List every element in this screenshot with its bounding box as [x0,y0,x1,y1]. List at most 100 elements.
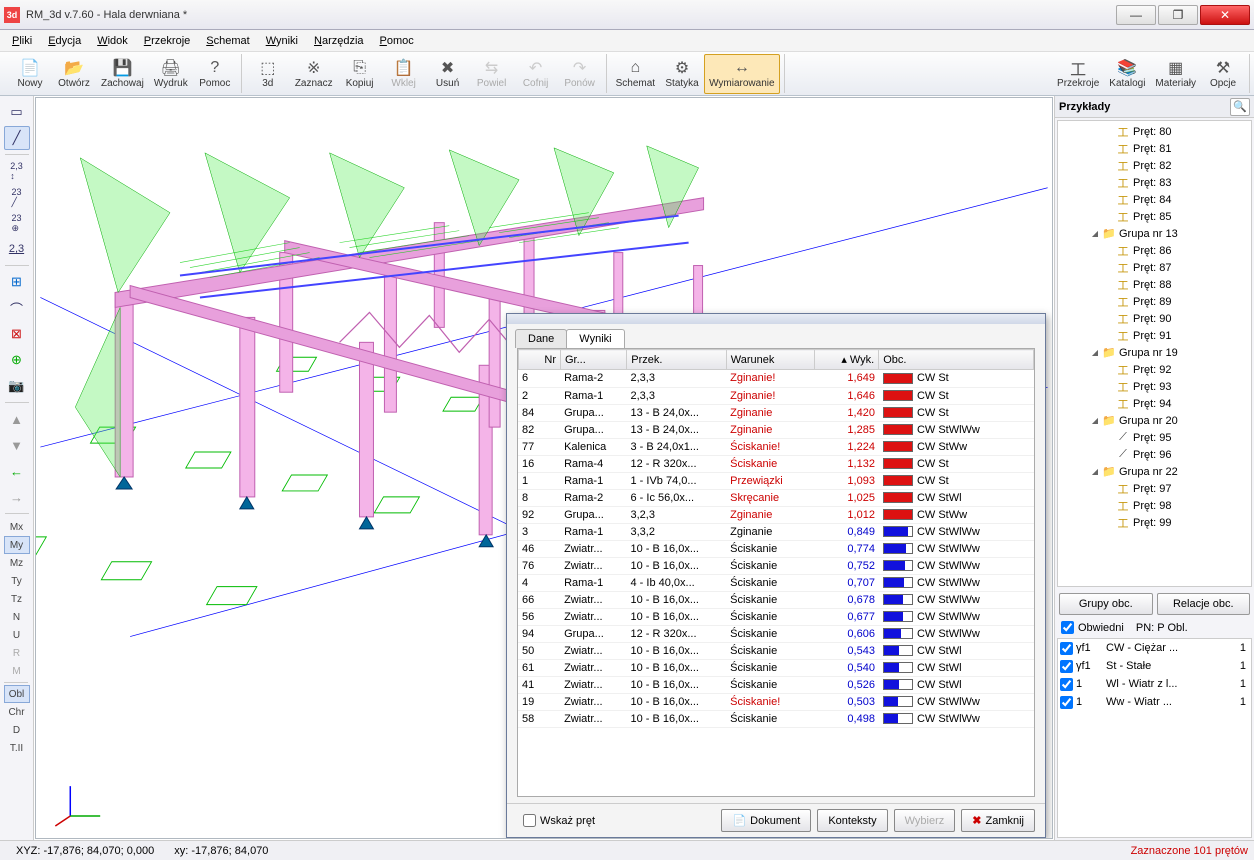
tool-cross-icon[interactable]: ⊠ [4,322,30,346]
left-tz[interactable]: Tz [4,590,30,608]
grupy-obc-button[interactable]: Grupy obc. [1059,593,1153,615]
ponow-button[interactable]: ↷Ponów [558,54,602,94]
result-row[interactable]: 82Grupa...13 - B 24,0x...Zginanie1,285CW… [518,421,1034,438]
result-row[interactable]: 94Grupa...12 - R 320x...Ściskanie0,606CW… [518,625,1034,642]
tree-item[interactable]: 工Pręt: 80 [1060,123,1249,140]
load-check[interactable] [1060,678,1073,691]
tool-fwd-icon[interactable]: → [4,485,30,509]
result-row[interactable]: 46Zwiatr...10 - B 16,0x...Ściskanie0,774… [518,540,1034,557]
result-row[interactable]: 92Grupa...3,2,3Zginanie1,012CW StWw [518,506,1034,523]
col-3[interactable]: Warunek [726,350,814,370]
tree-item[interactable]: 工Pręt: 97 [1060,480,1249,497]
zaznacz-button[interactable]: ※Zaznacz [290,54,338,94]
3d-button[interactable]: ⬚3d [246,54,290,94]
left-mz[interactable]: Mz [4,554,30,572]
tree-item[interactable]: ⟋Pręt: 95 [1060,429,1249,446]
search-icon[interactable]: 🔍 [1230,98,1250,116]
kopiuj-button[interactable]: ⎘Kopiuj [338,54,382,94]
tool-camera-icon[interactable]: 📷 [4,374,30,398]
menu-widok[interactable]: Widok [91,33,134,49]
tool-target-icon[interactable]: ⊕ [4,348,30,372]
tab-dane[interactable]: Dane [515,329,567,348]
cofnij-button[interactable]: ↶Cofnij [514,54,558,94]
left-obl[interactable]: Obl [4,685,30,703]
load-check[interactable] [1060,696,1073,709]
tool-dim2-icon[interactable]: 23╱ [4,185,30,209]
tree-item[interactable]: 工Pręt: 99 [1060,514,1249,531]
menu-narzędzia[interactable]: Narzędzia [308,33,370,49]
menu-przekroje[interactable]: Przekroje [138,33,196,49]
left-ty[interactable]: Ty [4,572,30,590]
tree-item[interactable]: ◢📁Grupa nr 22 [1060,463,1249,480]
result-row[interactable]: 56Zwiatr...10 - B 16,0x...Ściskanie0,677… [518,608,1034,625]
tree-item[interactable]: 工Pręt: 88 [1060,276,1249,293]
tree-item[interactable]: 工Pręt: 98 [1060,497,1249,514]
left-d[interactable]: D [4,721,30,739]
menu-wyniki[interactable]: Wyniki [260,33,304,49]
tree-item[interactable]: 工Pręt: 94 [1060,395,1249,412]
wymiarowanie-button[interactable]: ↔Wymiarowanie [704,54,779,94]
powiel-button[interactable]: ⇆Powiel [470,54,514,94]
viewport-3d[interactable]: Dane Wyniki NrGr...Przek.Warunek▴ Wyk.Ob… [35,97,1053,839]
tree-item[interactable]: 工Pręt: 86 [1060,242,1249,259]
tool-up-icon[interactable]: ▲ [4,407,30,431]
left-t.ii[interactable]: T.II [4,739,30,757]
tool-down-icon[interactable]: ▼ [4,433,30,457]
left-m[interactable]: M [4,662,30,680]
result-row[interactable]: 77Kalenica3 - B 24,0x1...Ściskanie!1,224… [518,438,1034,455]
dialog-titlebar[interactable] [507,314,1045,324]
tree-item[interactable]: 工Pręt: 89 [1060,293,1249,310]
tool-dim4-icon[interactable]: 2,3 [4,237,30,261]
zamknij-button[interactable]: ✖Zamknij [961,809,1035,832]
zachowaj-button[interactable]: 💾Zachowaj [96,54,149,94]
relacje-obc-button[interactable]: Relacje obc. [1157,593,1251,615]
materialy-button[interactable]: ▦Materiały [1150,54,1201,94]
result-row[interactable]: 4Rama-14 - Ib 40,0x...Ściskanie0,707CW S… [518,574,1034,591]
col-2[interactable]: Przek. [627,350,726,370]
load-row[interactable]: γf1CW - Ciężar ...1 [1058,639,1251,657]
tree-item[interactable]: ◢📁Grupa nr 19 [1060,344,1249,361]
tool-dim1-icon[interactable]: 2,3↕ [4,159,30,183]
minimize-button[interactable]: — [1116,5,1156,25]
tree-item[interactable]: 工Pręt: 82 [1060,157,1249,174]
result-row[interactable]: 3Rama-13,3,2Zginanie0,849CW StWlWw [518,523,1034,540]
col-4[interactable]: ▴ Wyk. [815,350,879,370]
nowy-button[interactable]: 📄Nowy [8,54,52,94]
result-row[interactable]: 41Zwiatr...10 - B 16,0x...Ściskanie0,526… [518,676,1034,693]
result-row[interactable]: 50Zwiatr...10 - B 16,0x...Ściskanie0,543… [518,642,1034,659]
left-n[interactable]: N [4,608,30,626]
load-row[interactable]: 1Ww - Wiatr ...1 [1058,693,1251,711]
left-mx[interactable]: Mx [4,518,30,536]
tree-item[interactable]: 工Pręt: 85 [1060,208,1249,225]
tool-back-icon[interactable]: ← [4,459,30,483]
result-row[interactable]: 2Rama-12,3,3Zginanie!1,646CW St [518,387,1034,404]
examples-tree[interactable]: 工Pręt: 80工Pręt: 81工Pręt: 82工Pręt: 83工Prę… [1057,120,1252,587]
przekroje-button[interactable]: 工Przekroje [1052,54,1104,94]
konteksty-button[interactable]: Konteksty [817,809,887,832]
load-row[interactable]: 1Wl - Wiatr z l...1 [1058,675,1251,693]
tool-grid-icon[interactable]: ⊞ [4,270,30,294]
result-row[interactable]: 61Zwiatr...10 - B 16,0x...Ściskanie0,540… [518,659,1034,676]
tree-item[interactable]: ⟋Pręt: 96 [1060,446,1249,463]
load-cases-list[interactable]: γf1CW - Ciężar ...1γf1St - Stałe11Wl - W… [1057,638,1252,838]
tree-item[interactable]: 工Pręt: 87 [1060,259,1249,276]
wskaz-pret-checkbox[interactable]: Wskaż pręt [517,812,601,829]
load-check[interactable] [1060,660,1073,673]
tree-item[interactable]: 工Pręt: 84 [1060,191,1249,208]
tree-item[interactable]: 工Pręt: 92 [1060,361,1249,378]
menu-edycja[interactable]: Edycja [42,33,87,49]
result-row[interactable]: 84Grupa...13 - B 24,0x...Zginanie1,420CW… [518,404,1034,421]
tool-select-icon[interactable]: ▭ [4,100,30,124]
usun-button[interactable]: ✖Usuń [426,54,470,94]
result-row[interactable]: 19Zwiatr...10 - B 16,0x...Ściskanie!0,50… [518,693,1034,710]
pomoc-button[interactable]: ?Pomoc [193,54,237,94]
tool-dim3-icon[interactable]: 23⊕ [4,211,30,235]
result-row[interactable]: 16Rama-412 - R 320x...Ściskanie1,132CW S… [518,455,1034,472]
result-row[interactable]: 76Zwiatr...10 - B 16,0x...Ściskanie0,752… [518,557,1034,574]
tool-line-icon[interactable]: ╱ [4,126,30,150]
result-row[interactable]: 58Zwiatr...10 - B 16,0x...Ściskanie0,498… [518,710,1034,727]
tree-item[interactable]: 工Pręt: 91 [1060,327,1249,344]
tree-item[interactable]: 工Pręt: 83 [1060,174,1249,191]
tree-item[interactable]: 工Pręt: 81 [1060,140,1249,157]
result-row[interactable]: 1Rama-11 - IVb 74,0...Przewiązki1,093CW … [518,472,1034,489]
